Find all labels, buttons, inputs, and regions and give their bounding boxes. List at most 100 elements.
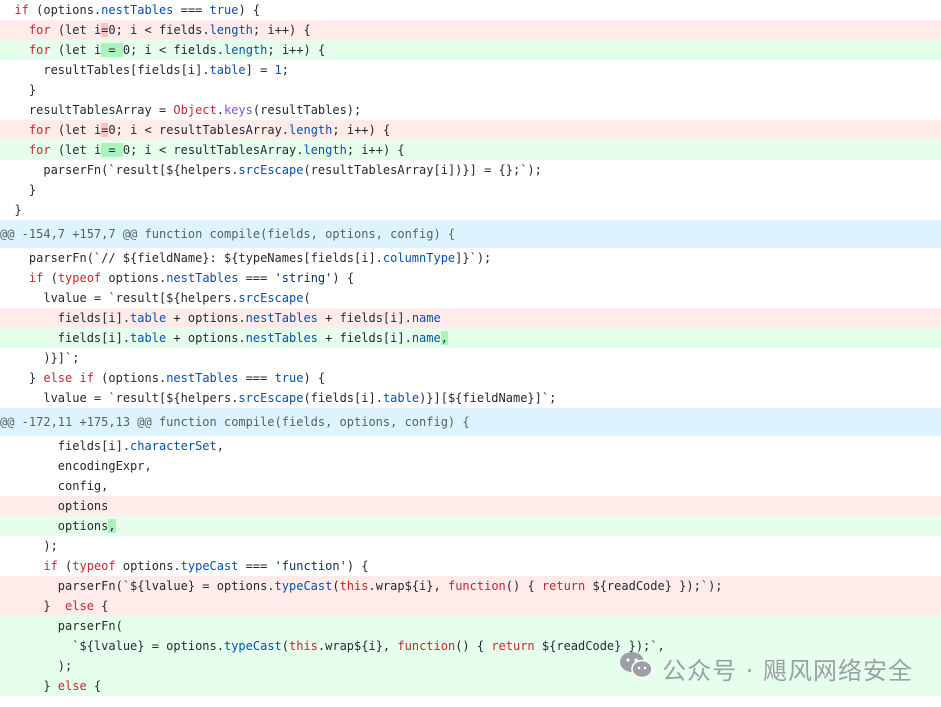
context-line: } else if (options.nestTables === true) … <box>0 368 941 388</box>
code-token: (fields[i]. <box>303 391 383 405</box>
code-token: srcEscape <box>238 391 304 405</box>
hunk-header[interactable]: @@ -154,7 +157,7 @@ function compile(fie… <box>0 220 941 248</box>
code-token: options. <box>101 271 167 285</box>
code-token: else <box>57 679 87 693</box>
code-token: (let i <box>50 23 102 37</box>
code-token: options <box>0 499 109 513</box>
code-token: typeCast <box>223 639 282 653</box>
code-token: if <box>14 3 29 17</box>
code-token: ) { <box>332 271 355 285</box>
code-token: ; i++) { <box>346 143 405 157</box>
code-token: characterSet <box>130 439 217 453</box>
code-token: (options. <box>28 3 102 17</box>
code-token: } <box>0 599 66 613</box>
code-token: , <box>216 439 224 453</box>
code-token: @@ -154,7 +157,7 @@ function compile(fie… <box>0 227 456 241</box>
code-token: typeof <box>57 271 102 285</box>
context-line: )}]`; <box>0 348 941 368</box>
code-token: === <box>238 371 275 385</box>
code-token: ( <box>303 291 311 305</box>
deleted-line: for (let i=0; i < resultTablesArray.leng… <box>0 120 941 140</box>
code-token: (let i <box>50 43 102 57</box>
code-token: this <box>289 639 318 653</box>
code-token: for <box>28 123 51 137</box>
code-token: true <box>209 3 239 17</box>
code-token: encodingExpr, <box>0 459 152 473</box>
code-token: (let i <box>50 123 102 137</box>
code-token: 0; i < fields. <box>122 43 225 57</box>
code-token: () { <box>455 639 492 653</box>
code-token: + options. <box>166 331 246 345</box>
code-token: ]}`); <box>455 251 492 265</box>
code-token: return <box>491 639 535 653</box>
code-token: , <box>440 331 448 345</box>
code-token: true <box>274 371 304 385</box>
code-token: = <box>101 43 123 57</box>
code-token: ( <box>332 579 340 593</box>
code-token: Object <box>173 103 217 117</box>
context-line: } <box>0 200 941 220</box>
code-token: { <box>86 679 102 693</box>
code-token: + fields[i]. <box>317 331 412 345</box>
hunk-header[interactable]: @@ -172,11 +175,13 @@ function compile(f… <box>0 408 941 436</box>
code-token: name <box>411 311 441 325</box>
code-token: ; i++) { <box>252 23 311 37</box>
code-token: nestTables <box>101 3 174 17</box>
code-token: return <box>541 579 586 593</box>
code-token: length <box>224 43 268 57</box>
context-line: } <box>0 80 941 100</box>
code-token: lvalue = `result[${helpers. <box>0 391 239 405</box>
deleted-line: fields[i].table + options.nestTables + f… <box>0 308 941 328</box>
code-token: length <box>303 143 347 157</box>
code-token: resultTables[fields[i]. <box>0 63 210 77</box>
code-token: ${readCode} });`); <box>585 579 723 593</box>
deleted-line: } else { <box>0 596 941 616</box>
code-token: } <box>0 203 22 217</box>
code-token: @@ -172,11 +175,13 @@ function compile(f… <box>0 415 470 429</box>
deleted-line: for (let i=0; i < fields.length; i++) { <box>0 20 941 40</box>
code-token: nestTables <box>245 311 318 325</box>
context-line: ); <box>0 536 941 556</box>
code-token: } <box>0 371 44 385</box>
code-token: 'function' <box>274 559 347 573</box>
context-line: encodingExpr, <box>0 456 941 476</box>
code-token: function <box>397 639 456 653</box>
deleted-line: parserFn(`${lvalue} = options.typeCast(t… <box>0 576 941 596</box>
watermark-text: 公众号 · 飓风网络安全 <box>662 656 913 685</box>
code-token: fields[i]. <box>0 331 131 345</box>
context-line: config, <box>0 476 941 496</box>
code-token: parserFn(`${lvalue} = options. <box>0 579 275 593</box>
code-token: config, <box>0 479 109 493</box>
code-token: ( <box>57 559 73 573</box>
code-token: table <box>209 63 246 77</box>
code-token: () { <box>505 579 542 593</box>
added-line: parserFn( <box>0 616 941 636</box>
code-token: .wrap${i}, <box>368 579 448 593</box>
deleted-line: options <box>0 496 941 516</box>
code-token: length <box>209 23 253 37</box>
code-token: ; i++) { <box>267 43 326 57</box>
context-line: resultTablesArray = Object.keys(resultTa… <box>0 100 941 120</box>
code-token: === <box>238 271 275 285</box>
code-token: else <box>43 371 73 385</box>
added-line: for (let i = 0; i < fields.length; i++) … <box>0 40 941 60</box>
context-line: fields[i].characterSet, <box>0 436 941 456</box>
code-token: ) { <box>303 371 326 385</box>
code-token: for <box>28 43 51 57</box>
code-token: ) { <box>346 559 369 573</box>
code-token: 0; i < fields. <box>108 23 210 37</box>
code-token: + fields[i]. <box>317 311 412 325</box>
code-token: name <box>411 331 441 345</box>
code-token: ( <box>281 639 289 653</box>
code-token: options. <box>115 559 181 573</box>
added-line: options, <box>0 516 941 536</box>
code-token: parserFn(`// ${fieldName}: ${typeNames[f… <box>0 251 383 265</box>
context-line: if (typeof options.typeCast === 'functio… <box>0 556 941 576</box>
code-token: length <box>289 123 333 137</box>
